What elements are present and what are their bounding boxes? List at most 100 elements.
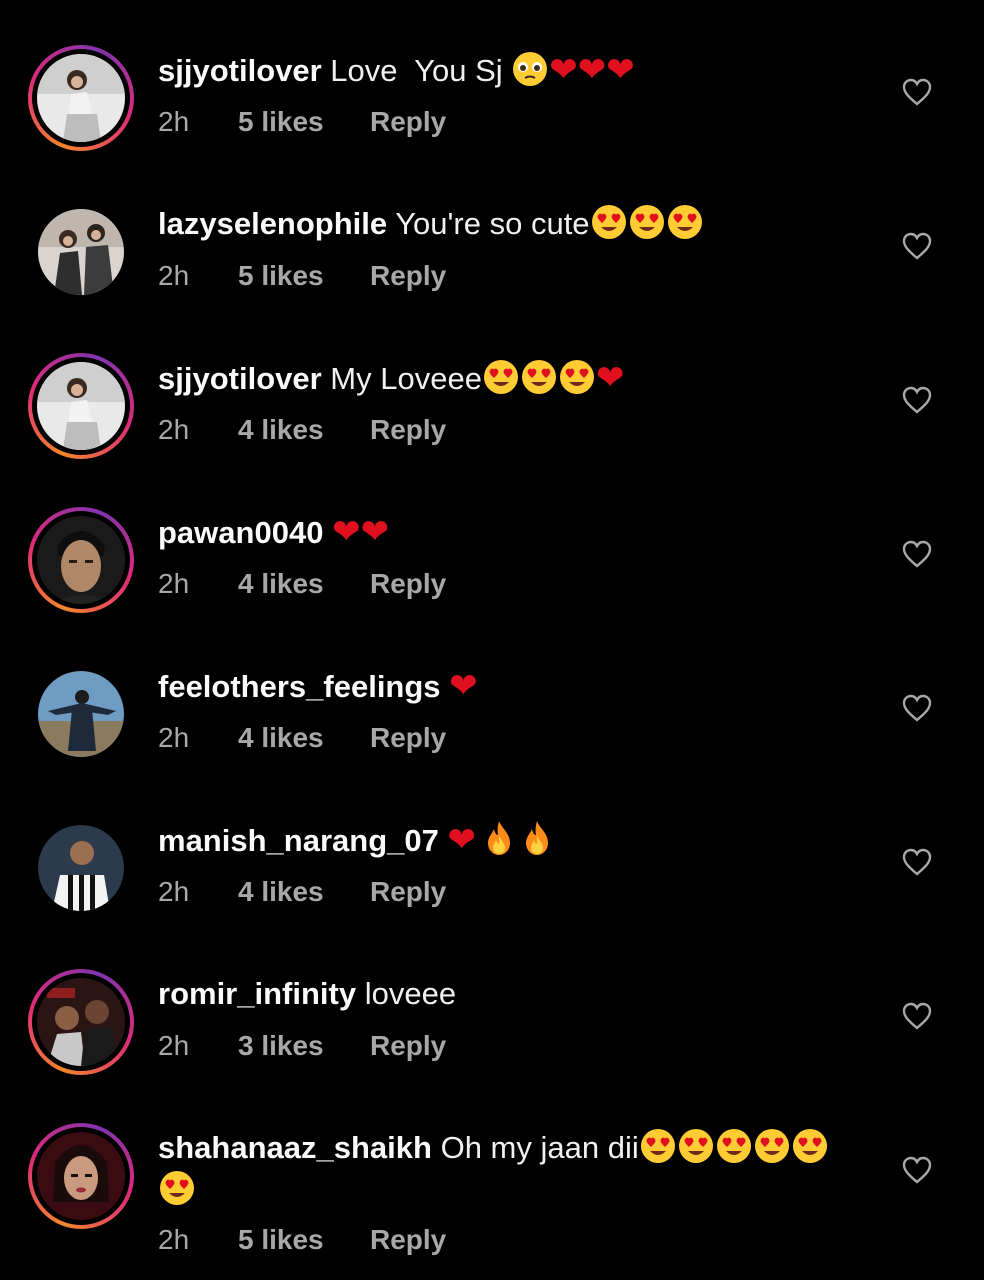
- red-heart-emoji-icon: ❤: [549, 50, 578, 90]
- heart-eyes-emoji-icon: [754, 1129, 789, 1163]
- heart-eyes-emoji-icon: [160, 1171, 194, 1205]
- avatar[interactable]: [38, 209, 124, 295]
- avatar[interactable]: [37, 362, 125, 450]
- red-heart-emoji-icon: ❤: [332, 512, 361, 552]
- avatar-story-ring[interactable]: [28, 353, 134, 459]
- comment-body: Oh my jaan dii: [431, 1130, 639, 1165]
- reply-button[interactable]: Reply: [370, 568, 446, 600]
- heart-eyes-emoji-icon: [521, 360, 556, 394]
- comment-likes-count[interactable]: 5 likes: [238, 260, 324, 292]
- heart-eyes-emoji-icon: [483, 360, 518, 394]
- red-heart-emoji-icon: ❤: [447, 820, 476, 860]
- emoji-group: ❤: [449, 666, 478, 706]
- heart-outline-icon[interactable]: [902, 540, 932, 568]
- reply-button[interactable]: Reply: [370, 722, 446, 754]
- emoji-group: ❤: [482, 358, 625, 398]
- comment-username[interactable]: manish_narang_07: [158, 823, 439, 858]
- emoji-group: ❤: [447, 820, 552, 860]
- heart-outline-icon[interactable]: [902, 1002, 932, 1030]
- comment-time: 2h: [158, 1030, 190, 1061]
- comment-body: [441, 669, 450, 704]
- comment-time: 2h: [158, 1224, 190, 1255]
- avatar[interactable]: [37, 516, 125, 604]
- heart-outline-icon[interactable]: [902, 848, 932, 876]
- comment-likes-count[interactable]: 5 likes: [238, 106, 324, 138]
- red-heart-emoji-icon: ❤: [606, 50, 635, 90]
- comment-body: You're so cute: [387, 206, 590, 241]
- heart-outline-icon[interactable]: [902, 78, 932, 106]
- fire-emoji-icon: [525, 821, 548, 855]
- heart-eyes-emoji-icon: [629, 205, 664, 239]
- reply-button[interactable]: Reply: [370, 260, 446, 292]
- comment-text-line: lazyselenophile You're so cute: [158, 203, 878, 245]
- pleading-face-emoji-icon: [513, 52, 548, 86]
- avatar-container[interactable]: [28, 815, 134, 921]
- comment-username[interactable]: sjjyotilover: [158, 361, 322, 396]
- red-heart-emoji-icon: ❤: [595, 358, 625, 398]
- emoji-group: [590, 205, 704, 241]
- comment-text-line: shahanaaz_shaikh Oh my jaan dii: [158, 1127, 878, 1169]
- avatar-story-ring[interactable]: [28, 45, 134, 151]
- reply-button[interactable]: Reply: [370, 106, 446, 138]
- red-heart-emoji-icon: ❤: [449, 666, 478, 706]
- reply-button[interactable]: Reply: [370, 414, 446, 446]
- comment-body: loveee: [356, 976, 457, 1011]
- avatar-story-ring[interactable]: [28, 1123, 134, 1229]
- emoji-group: [639, 1129, 829, 1165]
- comment-text-line: manish_narang_07 ❤: [158, 819, 878, 862]
- avatar[interactable]: [38, 671, 124, 757]
- avatar[interactable]: [37, 978, 125, 1066]
- heart-outline-icon[interactable]: [902, 694, 932, 722]
- comment-likes-count[interactable]: 3 likes: [238, 1030, 324, 1062]
- heart-outline-icon[interactable]: [902, 232, 932, 260]
- heart-eyes-emoji-icon: [640, 1129, 675, 1163]
- emoji-group: ❤❤: [332, 512, 390, 552]
- emoji-group: ❤❤❤: [511, 50, 635, 90]
- reply-button[interactable]: Reply: [370, 1030, 446, 1062]
- comment-username[interactable]: feelothers_feelings: [158, 669, 441, 704]
- heart-eyes-emoji-icon: [678, 1129, 713, 1163]
- heart-eyes-emoji-icon: [591, 205, 626, 239]
- comment-likes-count[interactable]: 4 likes: [238, 722, 324, 754]
- avatar-story-ring[interactable]: [28, 969, 134, 1075]
- emoji-group: [158, 1171, 196, 1207]
- comment-text-line: pawan0040 ❤❤: [158, 511, 878, 554]
- comment-body: My Loveee: [321, 361, 482, 396]
- comment-username[interactable]: sjjyotilover: [158, 53, 322, 88]
- comment-time: 2h: [158, 722, 190, 753]
- comment-text-line: romir_infinity loveee: [158, 973, 878, 1015]
- reply-button[interactable]: Reply: [370, 876, 446, 908]
- heart-eyes-emoji-icon: [667, 205, 702, 239]
- comment-time: 2h: [158, 106, 190, 137]
- comment-likes-count[interactable]: 4 likes: [238, 568, 324, 600]
- comment-time: 2h: [158, 876, 190, 907]
- comment-text-line: sjjyotilover My Loveee ❤: [158, 357, 878, 400]
- comment-time: 2h: [158, 414, 190, 445]
- avatar[interactable]: [38, 825, 124, 911]
- red-heart-emoji-icon: ❤: [577, 50, 607, 90]
- avatar-story-ring[interactable]: [28, 507, 134, 613]
- comment-username[interactable]: pawan0040: [158, 515, 323, 550]
- avatar[interactable]: [37, 54, 125, 142]
- red-heart-emoji-icon: ❤: [360, 512, 390, 552]
- heart-eyes-emoji-icon: [716, 1129, 751, 1163]
- reply-button[interactable]: Reply: [370, 1224, 446, 1256]
- avatar-container[interactable]: [28, 199, 134, 305]
- avatar-container[interactable]: [28, 661, 134, 767]
- comment-time: 2h: [158, 568, 190, 599]
- comment-text-line-2: [158, 1169, 878, 1211]
- comment-username[interactable]: shahanaaz_shaikh: [158, 1130, 432, 1165]
- comment-time: 2h: [158, 260, 190, 291]
- heart-outline-icon[interactable]: [902, 386, 932, 414]
- fire-emoji-icon: [487, 821, 510, 855]
- heart-eyes-emoji-icon: [792, 1129, 827, 1163]
- avatar[interactable]: [37, 1132, 125, 1220]
- comment-likes-count[interactable]: 4 likes: [238, 414, 324, 446]
- comment-username[interactable]: romir_infinity: [158, 976, 356, 1011]
- heart-eyes-emoji-icon: [559, 360, 594, 394]
- heart-outline-icon[interactable]: [902, 1156, 932, 1184]
- comment-likes-count[interactable]: 5 likes: [238, 1224, 324, 1256]
- comment-likes-count[interactable]: 4 likes: [238, 876, 324, 908]
- comment-body: [323, 515, 332, 550]
- comment-username[interactable]: lazyselenophile: [158, 206, 387, 241]
